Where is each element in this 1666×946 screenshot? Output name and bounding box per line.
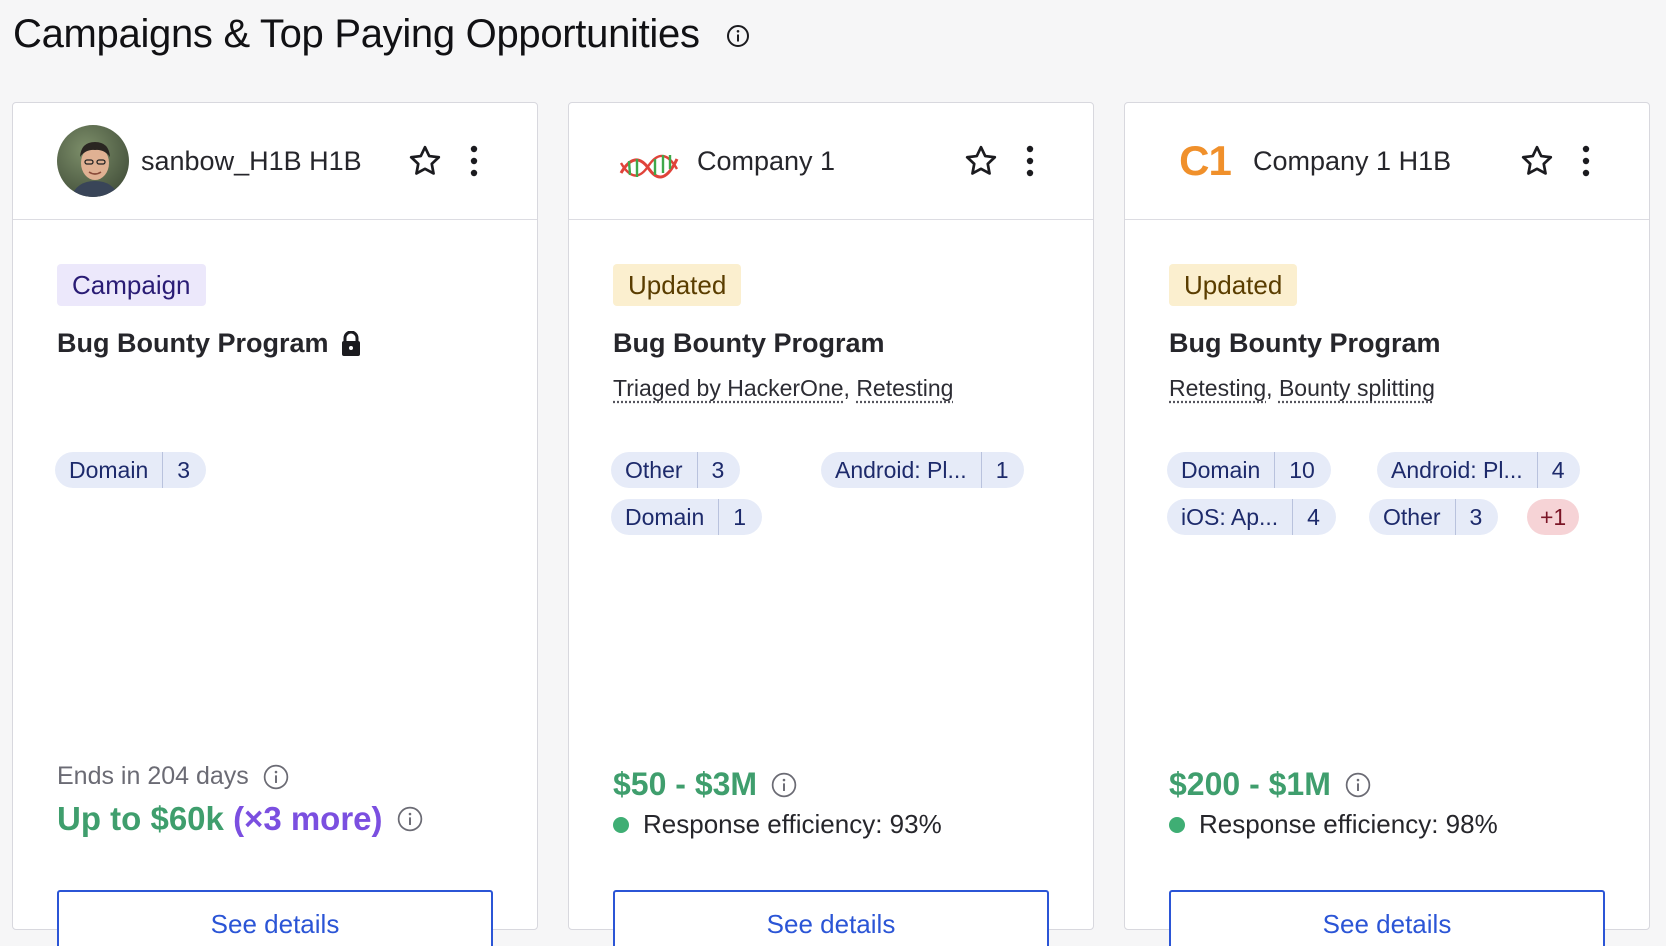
status-dot-icon: [1169, 816, 1185, 833]
reward-text: Up to $60k: [57, 800, 224, 837]
company-name[interactable]: Company 1: [697, 146, 835, 177]
scope-chip-label: iOS: Ap...: [1167, 499, 1294, 535]
see-details-button[interactable]: See details: [1169, 890, 1605, 946]
scope-chip-count: 4: [1307, 504, 1320, 530]
scope-chip: Android: Pl... 1: [821, 452, 1025, 488]
status-dot-icon: [613, 816, 629, 833]
card-actions: [1519, 143, 1593, 179]
more-options-icon[interactable]: [1023, 143, 1037, 179]
card-header: Company 1: [569, 103, 1093, 220]
program-name: Bug Bounty Program: [57, 328, 329, 358]
info-icon[interactable]: [263, 764, 289, 790]
program-title[interactable]: Bug Bounty Program: [1169, 328, 1441, 359]
response-efficiency: Response efficiency: 98%: [1169, 809, 1498, 840]
scope-chip: Other 3: [611, 452, 741, 488]
info-icon[interactable]: [726, 24, 750, 48]
more-scopes-chip[interactable]: +1: [1527, 499, 1580, 535]
more-options-icon[interactable]: [1579, 143, 1593, 179]
bounty-range: $50 - $3M: [613, 766, 797, 803]
status-badge: Updated: [613, 264, 742, 306]
feature-tag[interactable]: Triaged by HackerOne: [613, 375, 844, 401]
card-actions: [963, 143, 1037, 179]
program-features: Triaged by HackerOne, Retesting: [613, 375, 954, 401]
card-header: C1 Company 1 H1B: [1125, 103, 1649, 220]
scope-chip: iOS: Ap... 4: [1167, 499, 1336, 535]
star-icon[interactable]: [1519, 143, 1555, 179]
page-header: Campaigns & Top Paying Opportunities: [13, 6, 750, 62]
program-title[interactable]: Bug Bounty Program: [613, 328, 885, 359]
program-card: Company 1 Updated Bug Bounty Program Tri…: [568, 102, 1094, 946]
company-name[interactable]: sanbow_H1B H1B: [141, 146, 362, 177]
cards-row: sanbow_H1B H1B Campaign Bug Bounty Progr…: [12, 102, 1650, 946]
avatar[interactable]: [57, 125, 129, 197]
bounty-range-text: $200 - $1M: [1169, 766, 1331, 802]
bounty-range-text: $50 - $3M: [613, 766, 758, 802]
feature-tag[interactable]: Retesting: [1169, 375, 1266, 401]
c1-logo-icon[interactable]: C1: [1169, 125, 1241, 197]
scope-chip: Domain 1: [611, 499, 763, 535]
see-details-button[interactable]: See details: [57, 890, 493, 946]
program-card: sanbow_H1B H1B Campaign Bug Bounty Progr…: [12, 102, 538, 946]
card-header: sanbow_H1B H1B: [13, 103, 537, 220]
scope-chip-count: 1: [995, 457, 1009, 483]
status-badge: Campaign: [57, 264, 206, 306]
reward-summary: Up to $60k (×3 more): [57, 800, 423, 838]
scope-chip-count: 3: [711, 457, 725, 483]
scope-chip-count: 3: [1469, 504, 1483, 530]
scope-chip-label: Other: [611, 452, 698, 488]
card-actions: [407, 143, 481, 179]
see-details-button[interactable]: See details: [613, 890, 1049, 946]
scope-chip-label: Other: [1369, 499, 1456, 535]
info-icon[interactable]: [1345, 772, 1371, 798]
program-title[interactable]: Bug Bounty Program: [57, 328, 361, 359]
scope-chip: Other 3: [1369, 499, 1499, 535]
program-card: C1 Company 1 H1B Updated Bug Bounty Prog…: [1124, 102, 1650, 946]
page: Campaigns & Top Paying Opportunities san…: [0, 0, 1666, 946]
company-name[interactable]: Company 1 H1B: [1253, 146, 1451, 177]
scope-chip: Android: Pl... 4: [1377, 452, 1581, 488]
logo-text: C1: [1179, 137, 1232, 184]
scope-chip-count: 10: [1289, 457, 1315, 483]
efficiency-text: Response efficiency: 93%: [643, 809, 942, 839]
program-name: Bug Bounty Program: [1169, 328, 1441, 358]
info-icon[interactable]: [397, 806, 423, 832]
scope-chip: Domain 10: [1167, 452, 1331, 488]
status-badge: Updated: [1169, 264, 1298, 306]
feature-tag[interactable]: Bounty splitting: [1279, 375, 1435, 401]
scope-chip-count: 3: [177, 457, 191, 483]
star-icon[interactable]: [963, 143, 999, 179]
campaign-end: Ends in 204 days: [57, 762, 289, 791]
program-name: Bug Bounty Program: [613, 328, 885, 358]
ends-in-text: Ends in 204 days: [57, 762, 249, 790]
feature-tag[interactable]: Retesting: [856, 375, 953, 401]
scope-chip-label: Android: Pl...: [821, 452, 982, 488]
scope-chip-count: 4: [1551, 457, 1565, 483]
response-efficiency: Response efficiency: 93%: [613, 809, 942, 840]
bounty-range: $200 - $1M: [1169, 766, 1371, 803]
efficiency-text: Response efficiency: 98%: [1199, 809, 1498, 839]
scope-chip-label: Domain: [55, 452, 164, 488]
scope-chip: Domain 3: [55, 452, 207, 488]
more-options-icon[interactable]: [467, 143, 481, 179]
scope-chip-label: Domain: [1167, 452, 1276, 488]
scope-chip-count: 1: [733, 504, 747, 530]
lock-icon: [341, 330, 360, 356]
info-icon[interactable]: [771, 772, 797, 798]
scope-chip-label: Android: Pl...: [1377, 452, 1538, 488]
scope-chip-label: Domain: [611, 499, 720, 535]
page-title: Campaigns & Top Paying Opportunities: [13, 11, 700, 56]
star-icon[interactable]: [407, 143, 443, 179]
program-features: Retesting, Bounty splitting: [1169, 375, 1435, 401]
dna-logo-icon[interactable]: [613, 125, 685, 197]
reward-multiplier: (×3 more): [233, 800, 383, 837]
